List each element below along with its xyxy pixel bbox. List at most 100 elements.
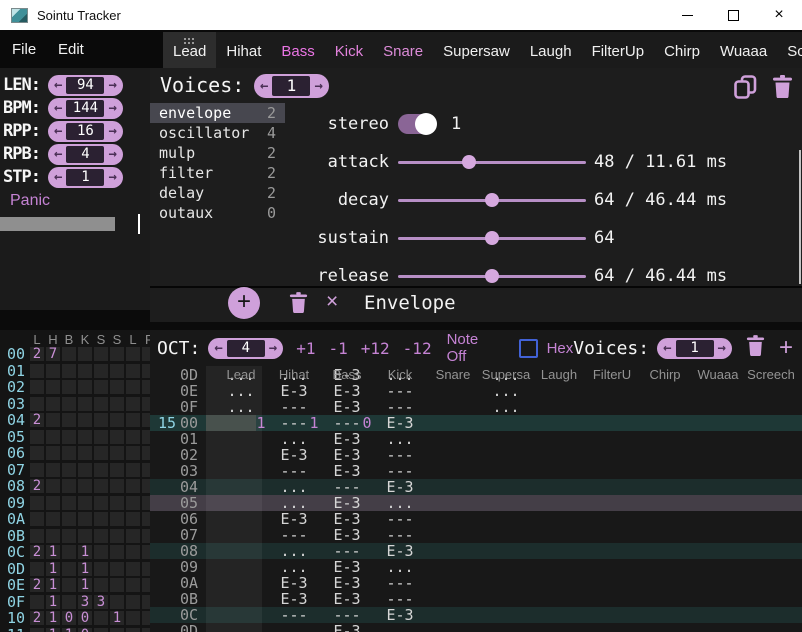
order-cell[interactable] (94, 578, 108, 592)
order-cell[interactable] (110, 529, 124, 543)
note-cell[interactable]: --- (386, 447, 413, 463)
order-cell[interactable] (46, 512, 60, 526)
order-cell[interactable] (30, 364, 44, 378)
stepper-increment-arrow[interactable]: → (265, 340, 281, 356)
unit-item-mulp[interactable]: mulp2 (150, 143, 285, 163)
order-cell[interactable] (142, 512, 150, 526)
order-cell[interactable] (78, 413, 92, 427)
order-cell[interactable] (126, 364, 140, 378)
note-cell[interactable]: E-3 (386, 543, 413, 559)
order-cell[interactable] (46, 446, 60, 460)
tab-screech[interactable]: Screech (777, 32, 802, 70)
stepper-increment-arrow[interactable]: → (104, 169, 120, 185)
order-cell[interactable] (30, 380, 44, 394)
order-cell[interactable] (94, 479, 108, 493)
order-cell[interactable]: 1 (62, 628, 76, 632)
order-cell[interactable] (142, 430, 150, 444)
order-cell[interactable] (126, 512, 140, 526)
order-cell[interactable] (126, 380, 140, 394)
note-cell[interactable]: E-3 (333, 447, 360, 463)
minimize-button[interactable] (664, 0, 710, 30)
stepper-decrement-arrow[interactable]: ← (210, 340, 226, 356)
param-slider[interactable] (398, 149, 586, 175)
order-cell[interactable] (94, 463, 108, 477)
note-cell[interactable]: --- (280, 415, 307, 431)
order-cell[interactable] (78, 430, 92, 444)
order-cell[interactable]: 1 (46, 562, 60, 576)
note-cell[interactable]: ... (386, 495, 413, 511)
order-cell[interactable] (62, 545, 76, 559)
tab-lead[interactable]: Lead (163, 32, 216, 70)
order-cell[interactable] (142, 545, 150, 559)
order-cell[interactable]: 2 (30, 545, 44, 559)
order-cell[interactable] (126, 529, 140, 543)
note-cell[interactable]: --- (386, 575, 413, 591)
order-cell[interactable] (126, 611, 140, 625)
order-cell[interactable] (46, 380, 60, 394)
note-cell[interactable]: E-3 (333, 399, 360, 415)
menu-edit[interactable]: Edit (58, 41, 84, 58)
delete-instrument-button[interactable] (772, 75, 793, 103)
order-cell[interactable] (62, 562, 76, 576)
order-cell[interactable] (142, 479, 150, 493)
note-cell[interactable]: ... (492, 383, 519, 399)
order-cell[interactable] (30, 529, 44, 543)
order-cell[interactable] (142, 446, 150, 460)
stepper-value[interactable]: 1 (272, 76, 310, 96)
tab-hihat[interactable]: Hihat (216, 32, 271, 70)
order-cell[interactable] (126, 479, 140, 493)
note-cell[interactable]: E-3 (333, 463, 360, 479)
order-cell[interactable] (30, 562, 44, 576)
order-cell[interactable] (126, 545, 140, 559)
note-cell[interactable]: E-3 (333, 383, 360, 399)
delete-unit-button[interactable] (289, 292, 308, 318)
note-cell[interactable]: E-3 (280, 511, 307, 527)
note-cell[interactable]: --- (386, 383, 413, 399)
note-cell[interactable]: ... (280, 559, 307, 575)
order-cell[interactable] (110, 496, 124, 510)
order-cell[interactable] (62, 463, 76, 477)
note-cell[interactable]: --- (333, 479, 360, 495)
order-cell[interactable] (126, 578, 140, 592)
param-slider[interactable] (398, 225, 586, 251)
order-cell[interactable]: 0 (62, 611, 76, 625)
transpose-plus12-button[interactable]: +12 (361, 339, 390, 358)
note-cell[interactable]: --- (333, 607, 360, 623)
order-cell[interactable] (142, 529, 150, 543)
add-track-button[interactable]: + (779, 337, 793, 359)
note-cell[interactable]: --- (280, 399, 307, 415)
note-cell[interactable]: --- (280, 463, 307, 479)
order-cell[interactable] (110, 578, 124, 592)
order-cell[interactable] (94, 397, 108, 411)
note-cell[interactable]: ... (280, 431, 307, 447)
order-cell[interactable]: 1 (46, 578, 60, 592)
order-cell[interactable] (126, 628, 140, 632)
order-cell[interactable] (126, 430, 140, 444)
slider-knob[interactable] (485, 269, 499, 283)
order-cell[interactable] (126, 413, 140, 427)
order-cell[interactable] (62, 413, 76, 427)
note-cell[interactable]: --- (333, 543, 360, 559)
order-cell[interactable]: 2 (30, 578, 44, 592)
order-cell[interactable] (94, 611, 108, 625)
note-cell[interactable]: --- (386, 463, 413, 479)
order-cell[interactable] (62, 380, 76, 394)
order-cell[interactable] (46, 496, 60, 510)
note-off-button[interactable]: Note Off (447, 331, 502, 365)
order-cell[interactable] (62, 430, 76, 444)
order-cell[interactable]: 3 (78, 595, 92, 609)
unit-item-outaux[interactable]: outaux0 (150, 203, 285, 223)
param-slider[interactable] (398, 187, 586, 213)
stepper-increment-arrow[interactable]: → (310, 78, 326, 94)
note-cell[interactable]: E-3 (280, 591, 307, 607)
transpose-minus1-button[interactable]: -1 (329, 339, 348, 358)
note-cell[interactable]: --- (386, 511, 413, 527)
tab-snare[interactable]: Snare (373, 32, 433, 70)
unit-item-delay[interactable]: delay2 (150, 183, 285, 203)
stepper-decrement-arrow[interactable]: ← (256, 78, 272, 94)
order-cell[interactable] (62, 347, 76, 361)
copy-instrument-button[interactable] (734, 75, 757, 105)
order-cell[interactable] (62, 446, 76, 460)
transpose-minus12-button[interactable]: -12 (403, 339, 432, 358)
note-cell[interactable]: ... (492, 399, 519, 415)
